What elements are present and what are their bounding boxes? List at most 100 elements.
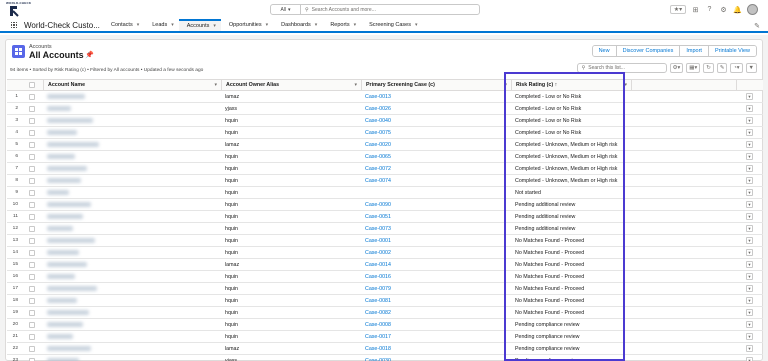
- row-checkbox[interactable]: [29, 129, 35, 136]
- screening-case-link[interactable]: Case-0008: [361, 319, 511, 330]
- chevron-down-icon[interactable]: ▾: [354, 82, 357, 88]
- row-actions-chevron-down-icon[interactable]: ▼: [746, 105, 753, 112]
- row-checkbox[interactable]: [29, 165, 35, 172]
- import-button[interactable]: Import: [679, 46, 708, 56]
- account-name-link[interactable]: [43, 151, 221, 162]
- row-actions-chevron-down-icon[interactable]: ▼: [746, 261, 753, 268]
- row-checkbox[interactable]: [29, 189, 35, 196]
- redacted-account-name[interactable]: [47, 214, 83, 219]
- redacted-account-name[interactable]: [47, 298, 77, 303]
- row-checkbox[interactable]: [29, 201, 35, 208]
- chevron-down-icon[interactable]: ▾: [415, 22, 418, 28]
- account-name-link[interactable]: [43, 127, 221, 138]
- row-checkbox[interactable]: [29, 345, 35, 352]
- screening-case-link[interactable]: Case-0082: [361, 307, 511, 318]
- screening-case-link[interactable]: Case-0079: [361, 283, 511, 294]
- account-name-link[interactable]: [43, 91, 221, 102]
- redacted-account-name[interactable]: [47, 190, 69, 195]
- help-icon[interactable]: ?: [705, 5, 714, 14]
- screening-case-link[interactable]: Case-0073: [361, 223, 511, 234]
- account-name-link[interactable]: [43, 343, 221, 354]
- chevron-down-icon[interactable]: ▾: [504, 82, 507, 88]
- redacted-account-name[interactable]: [47, 286, 97, 291]
- account-name-link[interactable]: [43, 235, 221, 246]
- account-name-link[interactable]: [43, 115, 221, 126]
- redacted-account-name[interactable]: [47, 130, 77, 135]
- global-search[interactable]: All ▾ ⚲ Search Accounts and more...: [270, 4, 480, 15]
- nav-item-accounts[interactable]: Accounts ▾: [178, 19, 221, 31]
- nav-item-leads[interactable]: Leads ▾: [144, 19, 179, 31]
- redacted-account-name[interactable]: [47, 322, 83, 327]
- row-checkbox[interactable]: [29, 117, 35, 124]
- redacted-account-name[interactable]: [47, 106, 71, 111]
- column-header-owner-alias[interactable]: Account Owner Alias ▾: [221, 80, 361, 90]
- new-button[interactable]: New: [592, 46, 616, 56]
- row-actions-chevron-down-icon[interactable]: ▼: [746, 333, 753, 340]
- account-name-link[interactable]: [43, 175, 221, 186]
- row-checkbox[interactable]: [29, 285, 35, 292]
- row-checkbox[interactable]: [29, 297, 35, 304]
- account-name-link[interactable]: [43, 355, 221, 361]
- column-header-account-name[interactable]: Account Name ▾: [43, 80, 221, 90]
- row-checkbox[interactable]: [29, 225, 35, 232]
- redacted-account-name[interactable]: [47, 154, 75, 159]
- account-name-link[interactable]: [43, 307, 221, 318]
- nav-item-opportunities[interactable]: Opportunities ▾: [221, 19, 273, 31]
- screening-case-link[interactable]: Case-0040: [361, 115, 511, 126]
- row-actions-chevron-down-icon[interactable]: ▼: [746, 165, 753, 172]
- account-name-link[interactable]: [43, 223, 221, 234]
- row-actions-chevron-down-icon[interactable]: ▼: [746, 357, 753, 361]
- notifications-bell-icon[interactable]: 🔔: [733, 5, 742, 14]
- screening-case-link[interactable]: [361, 187, 511, 198]
- row-actions-chevron-down-icon[interactable]: ▼: [746, 213, 753, 220]
- row-actions-chevron-down-icon[interactable]: ▼: [746, 237, 753, 244]
- discover-companies-button[interactable]: Discover Companies: [615, 46, 680, 56]
- row-actions-chevron-down-icon[interactable]: ▼: [746, 285, 753, 292]
- account-name-link[interactable]: [43, 295, 221, 306]
- row-actions-chevron-down-icon[interactable]: ▼: [746, 345, 753, 352]
- nav-item-screening-cases[interactable]: Screening Cases ▾: [361, 19, 422, 31]
- redacted-account-name[interactable]: [47, 226, 73, 231]
- row-actions-chevron-down-icon[interactable]: ▼: [746, 225, 753, 232]
- account-name-link[interactable]: [43, 331, 221, 342]
- row-actions-chevron-down-icon[interactable]: ▼: [746, 273, 753, 280]
- select-all-checkbox[interactable]: [29, 82, 35, 88]
- row-actions-chevron-down-icon[interactable]: ▼: [746, 297, 753, 304]
- screening-case-link[interactable]: Case-0014: [361, 259, 511, 270]
- chevron-down-icon[interactable]: ▾: [315, 22, 318, 28]
- row-actions-chevron-down-icon[interactable]: ▼: [746, 249, 753, 256]
- row-actions-chevron-down-icon[interactable]: ▼: [746, 321, 753, 328]
- screening-case-link[interactable]: Case-0075: [361, 127, 511, 138]
- row-checkbox[interactable]: [29, 333, 35, 340]
- account-name-link[interactable]: [43, 247, 221, 258]
- setup-gear-icon[interactable]: ⚙: [719, 5, 728, 14]
- row-actions-chevron-down-icon[interactable]: ▼: [746, 93, 753, 100]
- edit-list-pencil-icon[interactable]: ✎: [716, 63, 728, 73]
- row-checkbox[interactable]: [29, 177, 35, 184]
- row-checkbox[interactable]: [29, 105, 35, 112]
- list-view-controls-gear-icon[interactable]: ⚙▾: [669, 63, 684, 73]
- row-checkbox[interactable]: [29, 213, 35, 220]
- screening-case-link[interactable]: Case-0001: [361, 235, 511, 246]
- screening-case-link[interactable]: Case-0018: [361, 343, 511, 354]
- column-header-risk-rating[interactable]: Risk Rating (c) ↑ ▾: [511, 80, 631, 90]
- redacted-account-name[interactable]: [47, 142, 99, 147]
- redacted-account-name[interactable]: [47, 238, 95, 243]
- account-name-link[interactable]: [43, 319, 221, 330]
- screening-case-link[interactable]: Case-0020: [361, 139, 511, 150]
- screening-case-link[interactable]: Case-0013: [361, 91, 511, 102]
- row-checkbox[interactable]: [29, 249, 35, 256]
- edit-nav-pencil-icon[interactable]: ✎: [754, 22, 760, 30]
- screening-case-link[interactable]: Case-0030: [361, 355, 511, 361]
- app-launcher-icon[interactable]: [7, 19, 21, 31]
- screening-case-link[interactable]: Case-0072: [361, 163, 511, 174]
- row-checkbox[interactable]: [29, 321, 35, 328]
- search-scope-dropdown[interactable]: All ▾: [271, 5, 301, 14]
- redacted-account-name[interactable]: [47, 178, 81, 183]
- row-actions-chevron-down-icon[interactable]: ▼: [746, 117, 753, 124]
- account-name-link[interactable]: [43, 283, 221, 294]
- nav-item-contacts[interactable]: Contacts ▾: [103, 19, 144, 31]
- row-actions-chevron-down-icon[interactable]: ▼: [746, 309, 753, 316]
- search-input[interactable]: ⚲ Search Accounts and more...: [301, 7, 479, 13]
- row-checkbox[interactable]: [29, 93, 35, 100]
